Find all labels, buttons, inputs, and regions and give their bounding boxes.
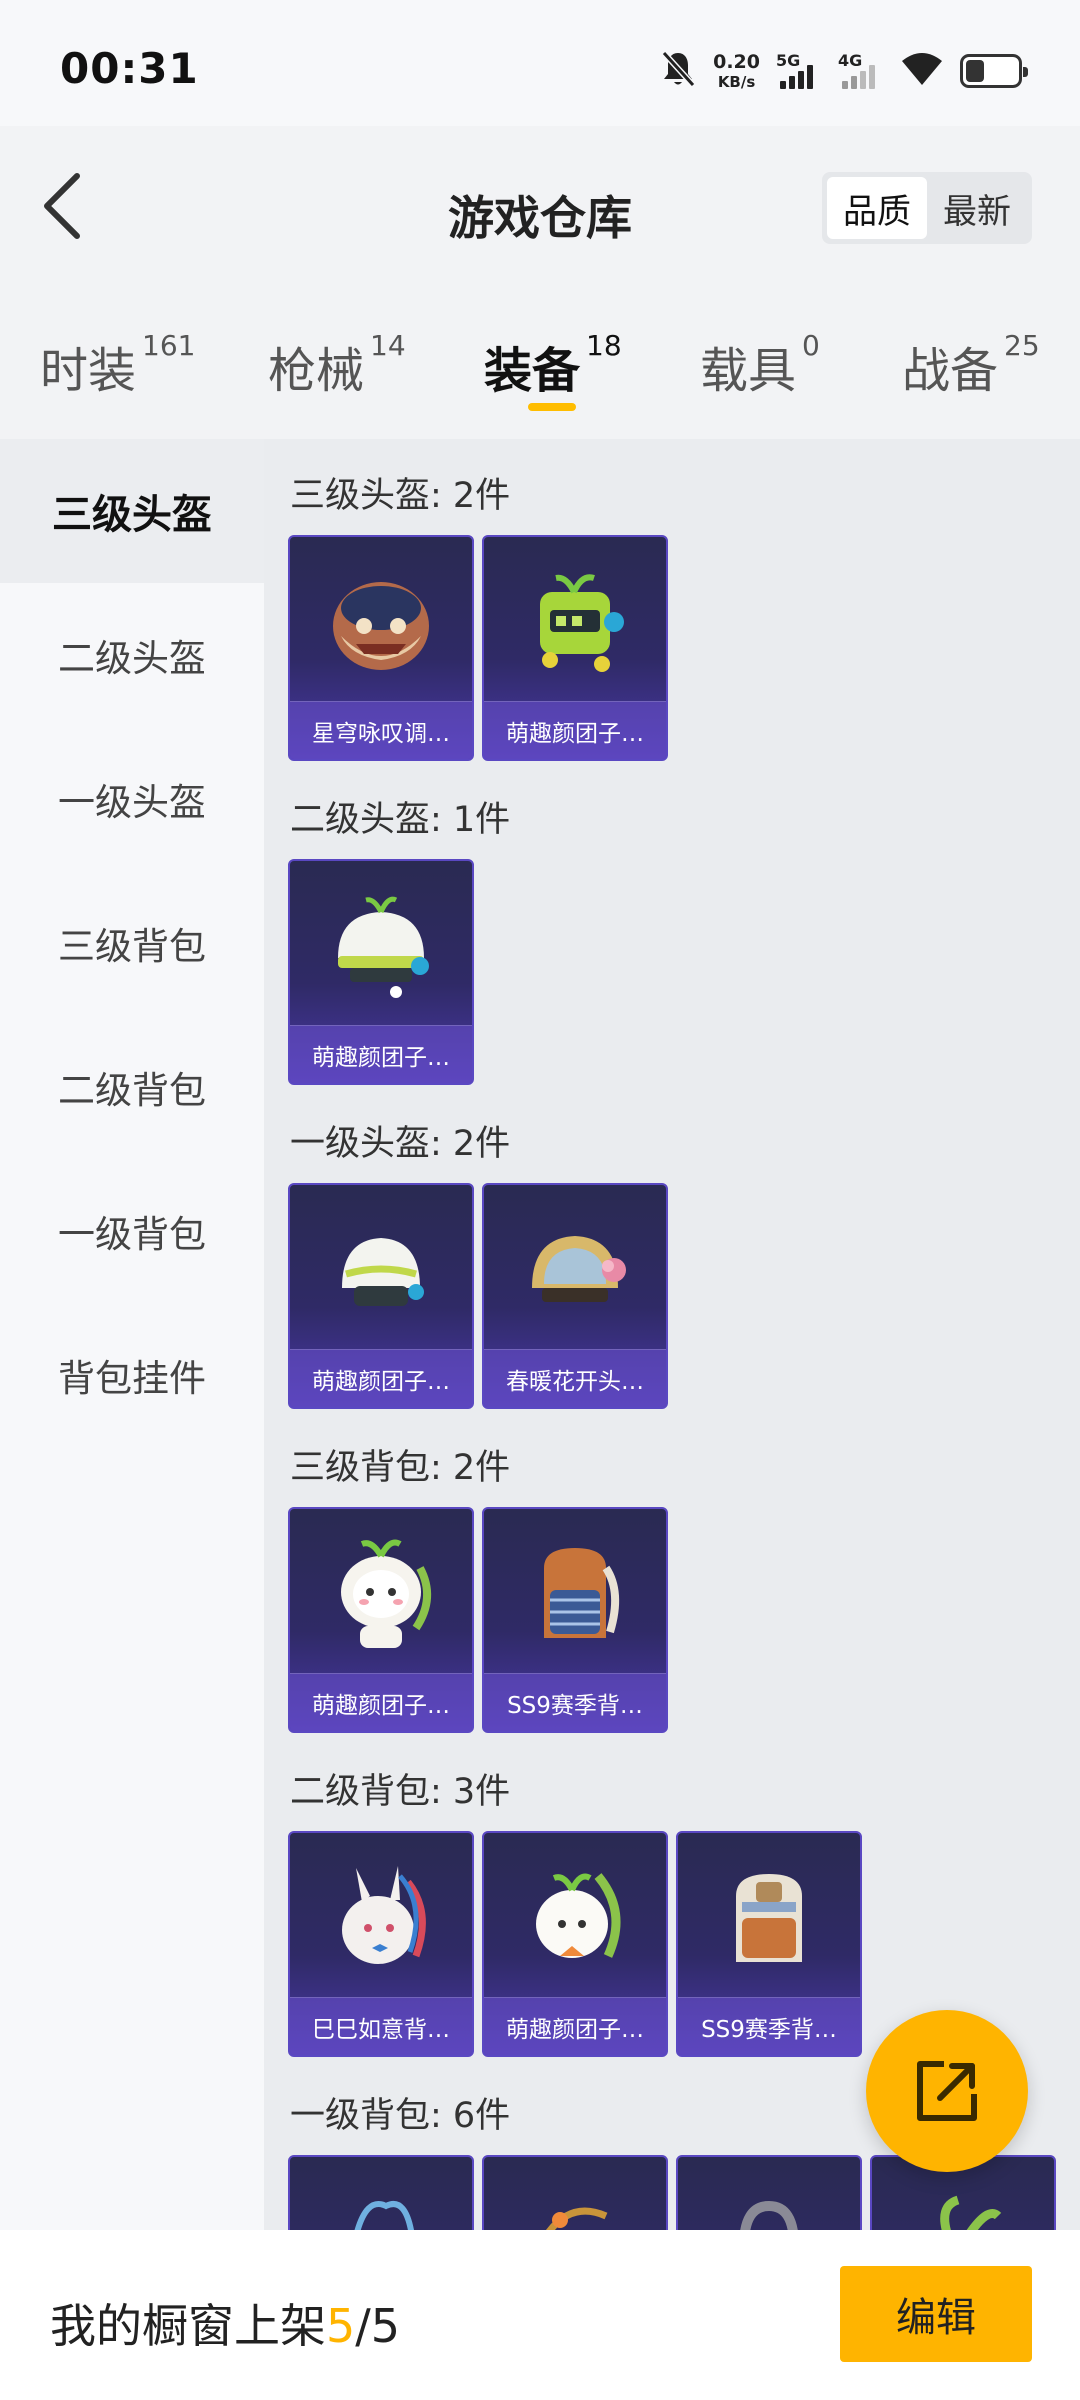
- tab-label: 战备: [902, 343, 999, 399]
- showcase-status: 我的橱窗上架5/5: [50, 2290, 400, 2356]
- sidebar-item-helmet-lv1[interactable]: 一级头盔: [0, 727, 264, 871]
- item-card[interactable]: [482, 2155, 668, 2230]
- sidebar-item-backpack-lv2[interactable]: 二级背包: [0, 1015, 264, 1159]
- sidebar-item-helmet-lv3[interactable]: 三级头盔: [0, 439, 264, 583]
- share-button[interactable]: [866, 2010, 1028, 2172]
- bunny-backpack-icon: [484, 1833, 666, 2001]
- network-speed-unit: KB/s: [717, 72, 756, 91]
- tab-supplies[interactable]: 战备 25: [902, 329, 1040, 401]
- status-bar: 00:31 0.20 KB/s 5G 4G: [0, 0, 1080, 126]
- sidebar-item-backpack-lv3[interactable]: 三级背包: [0, 871, 264, 1015]
- tab-label: 枪械: [268, 343, 365, 399]
- header: 游戏仓库 品质 最新: [0, 126, 1080, 281]
- sidebar-item-helmet-lv2[interactable]: 二级头盔: [0, 583, 264, 727]
- tab-count: 25: [1004, 329, 1040, 362]
- white-helmet-icon: [290, 861, 472, 1029]
- rabbit-backpack-icon: [290, 1833, 472, 2001]
- item-name: 春暖花开头…: [484, 1349, 666, 1407]
- tab-count: 0: [802, 329, 820, 362]
- sort-toggle: 品质 最新: [822, 172, 1032, 244]
- item-card[interactable]: 萌趣颜团子…: [482, 535, 668, 761]
- tab-label: 装备: [484, 343, 581, 399]
- item-grid: 三级头盔: 2件 星穹咏叹调… 萌趣颜团子… 二级头盔: 1件 萌趣颜团子… 一…: [264, 439, 1080, 2230]
- item-name: 巳巳如意背…: [290, 1997, 472, 2055]
- tab-count: 161: [142, 329, 196, 362]
- item-name: 萌趣颜团子…: [484, 701, 666, 759]
- battery-icon: [960, 54, 1028, 88]
- item-card[interactable]: SS9赛季背…: [482, 1507, 668, 1733]
- white-helmet-icon: [290, 1185, 472, 1353]
- item-card[interactable]: SS9赛季背…: [676, 1831, 862, 2057]
- share-icon: [917, 2061, 977, 2121]
- item-card[interactable]: [676, 2155, 862, 2230]
- item-card[interactable]: 萌趣颜团子…: [288, 1183, 474, 1409]
- category-tabs: 时装 161 枪械 14 装备 18 载具 0 战备 25: [0, 281, 1080, 439]
- bunny-backpack-icon: [290, 1509, 472, 1677]
- backpack-icon: [678, 2157, 860, 2230]
- tab-count: 14: [370, 329, 406, 362]
- showcase-separator: /: [355, 2299, 371, 2353]
- status-time: 00:31: [60, 44, 199, 93]
- section-title: 一级背包: 6件: [290, 2096, 511, 2136]
- flower-helmet-icon: [484, 1185, 666, 1353]
- backpack-icon: [290, 2157, 472, 2230]
- tab-fashion[interactable]: 时装 161: [40, 329, 196, 401]
- status-icons: 0.20 KB/s 5G 4G: [659, 46, 1028, 96]
- canvas-backpack-icon: [678, 1833, 860, 2001]
- item-card[interactable]: 萌趣颜团子…: [288, 859, 474, 1085]
- item-name: 萌趣颜团子…: [290, 1673, 472, 1731]
- orange-backpack-icon: [484, 1509, 666, 1677]
- showcase-current: 5: [326, 2299, 356, 2353]
- signal-icon: 5G: [776, 49, 822, 93]
- showcase-total: 5: [370, 2299, 401, 2353]
- cute-green-helmet-icon: [484, 537, 666, 705]
- tab-label: 时装: [40, 343, 137, 399]
- section-title: 二级背包: 3件: [290, 1772, 511, 1812]
- mute-icon: [659, 49, 697, 93]
- active-tab-indicator: [528, 403, 576, 411]
- item-name: 萌趣颜团子…: [290, 1349, 472, 1407]
- backpack-icon: [484, 2157, 666, 2230]
- section-title: 二级头盔: 1件: [290, 800, 511, 840]
- item-name: SS9赛季背…: [484, 1673, 666, 1731]
- section-title: 一级头盔: 2件: [290, 1124, 511, 1164]
- edit-button[interactable]: 编辑: [840, 2266, 1032, 2362]
- sidebar: 三级头盔 二级头盔 一级头盔 三级背包 二级背包 一级背包 背包挂件: [0, 439, 264, 2230]
- section-title: 三级头盔: 2件: [290, 476, 511, 516]
- sort-quality-button[interactable]: 品质: [827, 177, 927, 239]
- item-card[interactable]: 星穹咏叹调…: [288, 535, 474, 761]
- dragon-helmet-icon: [290, 537, 472, 705]
- sort-latest-button[interactable]: 最新: [927, 177, 1027, 239]
- section-title: 三级背包: 2件: [290, 1448, 511, 1488]
- tab-weapons[interactable]: 枪械 14: [268, 329, 406, 401]
- sidebar-item-backpack-lv1[interactable]: 一级背包: [0, 1159, 264, 1303]
- item-card[interactable]: 萌趣颜团子…: [482, 1831, 668, 2057]
- showcase-label: 我的橱窗上架: [50, 2299, 326, 2353]
- sidebar-item-backpack-charm[interactable]: 背包挂件: [0, 1303, 264, 1447]
- tab-count: 18: [586, 329, 622, 362]
- showcase-footer: 我的橱窗上架5/5 编辑: [0, 2230, 1080, 2400]
- item-card[interactable]: [288, 2155, 474, 2230]
- network-speed: 0.20 KB/s: [713, 50, 760, 91]
- item-name: 萌趣颜团子…: [484, 1997, 666, 2055]
- wifi-icon: [900, 51, 944, 91]
- item-card[interactable]: 萌趣颜团子…: [288, 1507, 474, 1733]
- tab-equipment[interactable]: 装备 18: [484, 329, 622, 401]
- item-card[interactable]: 巳巳如意背…: [288, 1831, 474, 2057]
- item-name: 星穹咏叹调…: [290, 701, 472, 759]
- network-speed-value: 0.20: [713, 50, 760, 73]
- tab-vehicles[interactable]: 载具 0: [700, 329, 820, 401]
- item-card[interactable]: 春暖花开头…: [482, 1183, 668, 1409]
- item-name: 萌趣颜团子…: [290, 1025, 472, 1083]
- item-name: SS9赛季背…: [678, 1997, 860, 2055]
- signal-icon: 4G: [838, 49, 884, 93]
- tab-label: 载具: [700, 343, 797, 399]
